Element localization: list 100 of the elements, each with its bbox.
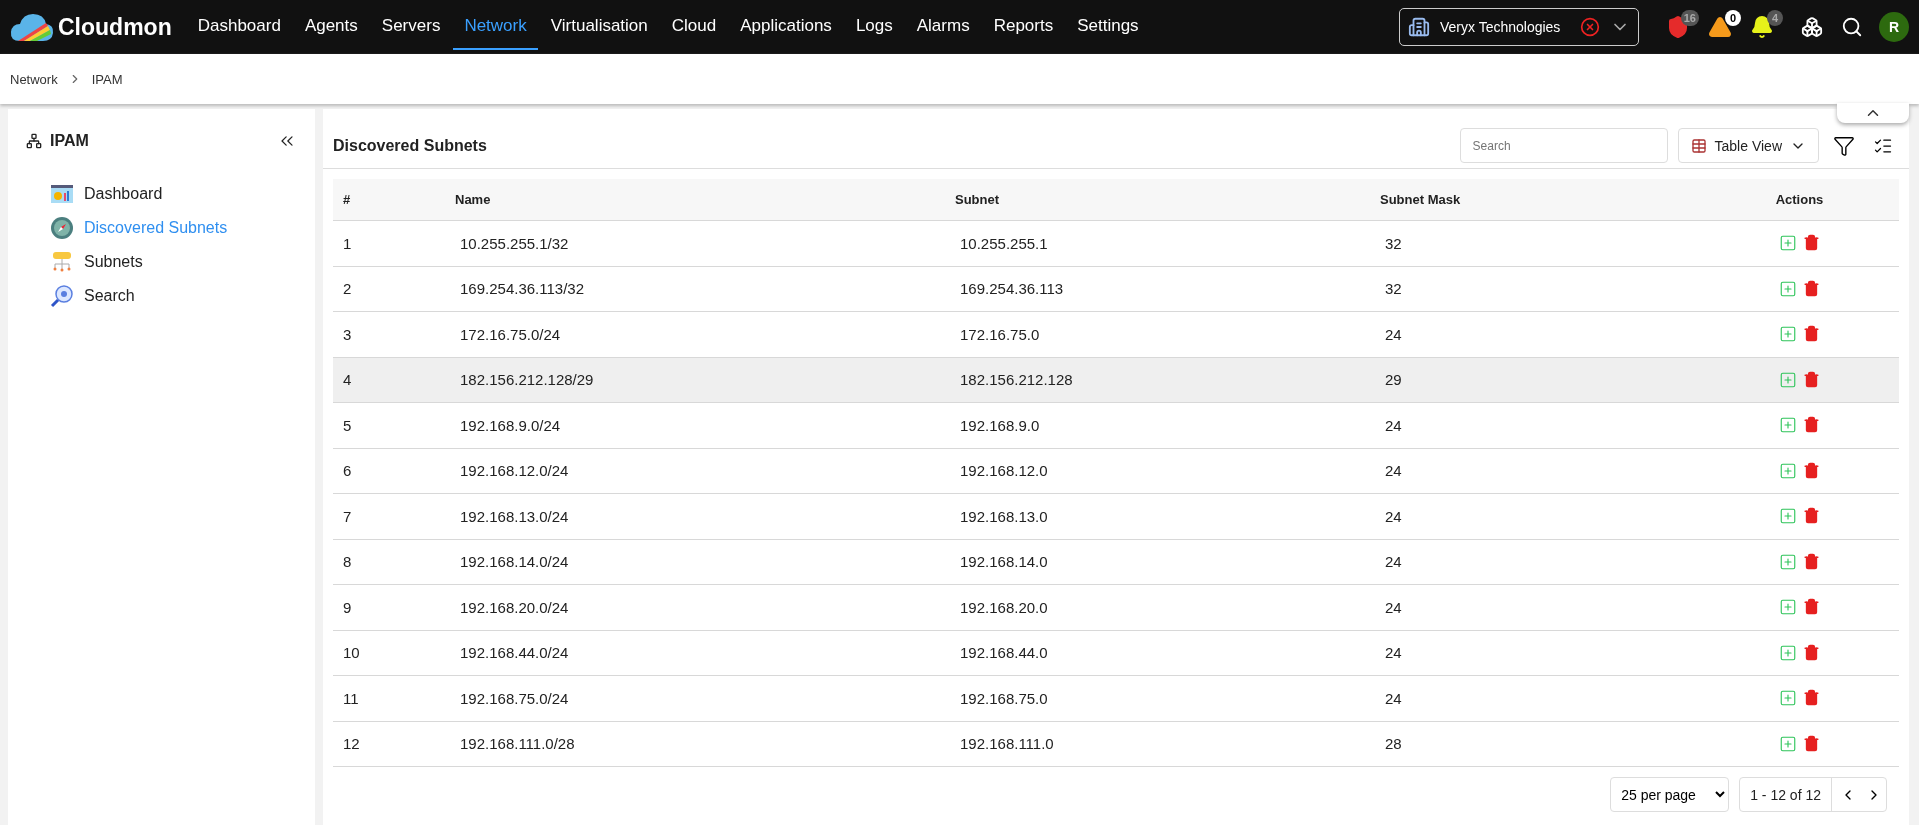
trash-icon[interactable] xyxy=(1803,552,1820,571)
table-cell-text: 192.168.20.0 xyxy=(959,598,1049,616)
table-cell-text: 192.168.12.0 xyxy=(959,462,1049,480)
trash-icon[interactable] xyxy=(1803,689,1820,708)
table-cell-text: 12 xyxy=(342,735,361,753)
table-cell-text: 2 xyxy=(342,280,353,298)
table-cell-text: 24 xyxy=(1384,462,1403,480)
sidebar-title: IPAM xyxy=(50,132,90,150)
trash-icon[interactable] xyxy=(1803,461,1820,480)
table-cell-text: 192.168.13.0/24 xyxy=(459,507,570,525)
column-header: Subnet xyxy=(954,192,1001,207)
breadcrumb-current: IPAM xyxy=(91,71,123,87)
table-cell-text: 172.16.75.0 xyxy=(959,325,1041,343)
nav-tab[interactable]: Logs xyxy=(844,4,904,50)
breadcrumb-link[interactable]: Network xyxy=(10,71,58,87)
building-icon xyxy=(1408,16,1430,38)
nav-tab[interactable]: Reports xyxy=(982,4,1065,50)
page-range: 1 - 12 of 12 xyxy=(1740,778,1832,811)
compass-icon xyxy=(50,216,74,240)
table-cell-text: 3 xyxy=(342,325,353,343)
cloud-logo-icon xyxy=(10,11,54,43)
table-cell-text: 24 xyxy=(1384,553,1403,571)
sidebar-item[interactable]: Subnets xyxy=(50,245,297,279)
table-cell-text: 192.168.111.0/28 xyxy=(459,735,576,753)
trash-icon[interactable] xyxy=(1803,325,1820,344)
trash-icon[interactable] xyxy=(1803,507,1820,526)
nav-tab[interactable]: Alarms xyxy=(905,4,981,50)
table-row[interactable]: 4 182.156.212.128/29 182.156.212.128 29 xyxy=(333,357,1899,403)
table-cell-text: 182.156.212.128/29 xyxy=(459,371,595,389)
table-cell-text: 192.168.9.0 xyxy=(959,416,1041,434)
table-cell-text: 192.168.75.0/24 xyxy=(459,689,570,707)
warning-icon xyxy=(1708,15,1732,39)
nav-tab[interactable]: Cloud xyxy=(660,4,728,50)
panel-title: Discovered Subnets xyxy=(333,136,488,155)
nav-tab[interactable]: Agents xyxy=(293,4,369,50)
column-header: Actions xyxy=(1774,192,1825,207)
bell-icon xyxy=(1750,15,1774,39)
table-cell-text: 169.254.36.113 xyxy=(959,280,1065,298)
count-badge: 0 xyxy=(1725,10,1741,26)
trash-icon[interactable] xyxy=(1803,643,1820,662)
trash-icon[interactable] xyxy=(1803,734,1820,753)
table-cell-text: 182.156.212.128 xyxy=(959,371,1074,389)
nav-tab[interactable]: Applications xyxy=(729,4,843,50)
table-cell-text: 10.255.255.1 xyxy=(959,234,1049,252)
column-header: Subnet Mask xyxy=(1379,192,1462,207)
table-cell-text: 24 xyxy=(1384,507,1403,525)
nav-tab[interactable]: Network xyxy=(453,4,538,50)
trash-icon[interactable] xyxy=(1803,416,1820,435)
table-cell-text: 192.168.12.0/24 xyxy=(459,462,570,480)
table-cell-text: 9 xyxy=(342,598,353,616)
sidebar-item[interactable]: Dashboard xyxy=(50,177,297,211)
network-nodes-icon xyxy=(50,250,74,274)
count-badge: 4 xyxy=(1767,10,1783,26)
table-cell-text: 10 xyxy=(342,644,361,662)
table-cell-text: 192.168.13.0 xyxy=(959,507,1049,525)
trash-icon[interactable] xyxy=(1803,370,1820,389)
magnifier-icon xyxy=(50,284,74,308)
table-cell-text: 5 xyxy=(342,416,353,434)
table-cell-text: 24 xyxy=(1384,689,1403,707)
table-cell-text: 32 xyxy=(1384,234,1403,252)
table-cell-text: 192.168.14.0 xyxy=(959,553,1049,571)
count-badge: 16 xyxy=(1680,10,1699,26)
table-cell-text: 6 xyxy=(342,462,353,480)
trash-icon[interactable] xyxy=(1803,234,1820,253)
table-cell-text: 8 xyxy=(342,553,353,571)
table-cell-text: 169.254.36.113/32 xyxy=(459,280,585,298)
table-cell-text: 24 xyxy=(1384,416,1403,434)
table-cell-text: 7 xyxy=(342,507,353,525)
user-avatar[interactable]: R xyxy=(1879,12,1909,42)
table-cell-text: 32 xyxy=(1384,280,1403,298)
clear-icon[interactable] xyxy=(1580,17,1600,37)
nav-tab[interactable]: Servers xyxy=(370,4,452,50)
view-dropdown[interactable]: Table View xyxy=(1677,128,1819,163)
table-cell-text: 192.168.44.0/24 xyxy=(459,644,570,662)
table-cell-text: 24 xyxy=(1384,644,1403,662)
column-header: # xyxy=(342,192,352,207)
logo-text: Cloudmon xyxy=(58,13,172,41)
nav-tab[interactable]: Settings xyxy=(1066,4,1150,50)
table-cell-text: 192.168.75.0 xyxy=(959,689,1049,707)
sidebar-item[interactable]: Search xyxy=(50,279,297,313)
per-page-select[interactable]: 25 per page xyxy=(1610,777,1730,812)
nav-tab[interactable]: Dashboard xyxy=(186,4,292,50)
table-cell-text: 172.16.75.0/24 xyxy=(459,325,562,343)
tenant-name: Veryx Technologies xyxy=(1440,19,1562,35)
table-cell-text: 10.255.255.1/32 xyxy=(459,234,570,252)
nav-tab[interactable]: Virtualisation xyxy=(539,4,659,50)
table-cell-text: 29 xyxy=(1384,371,1403,389)
table-cell-text: 192.168.111.0 xyxy=(959,735,1055,753)
tenant-selector[interactable]: Veryx Technologies xyxy=(1399,8,1639,46)
trash-icon[interactable] xyxy=(1803,279,1820,298)
table-cell-text: 192.168.9.0/24 xyxy=(459,416,562,434)
search-field[interactable]: Search xyxy=(1459,128,1668,163)
table-cell-text: 11 xyxy=(342,689,360,707)
table-cell-text: 24 xyxy=(1384,598,1403,616)
table-cell-text: 28 xyxy=(1384,735,1403,753)
column-header: Name xyxy=(454,192,492,207)
trash-icon[interactable] xyxy=(1803,598,1820,617)
dashboard-chart-icon xyxy=(50,182,74,206)
table-cell-text: 192.168.14.0/24 xyxy=(459,553,570,571)
table-cell-text: 4 xyxy=(342,371,353,389)
